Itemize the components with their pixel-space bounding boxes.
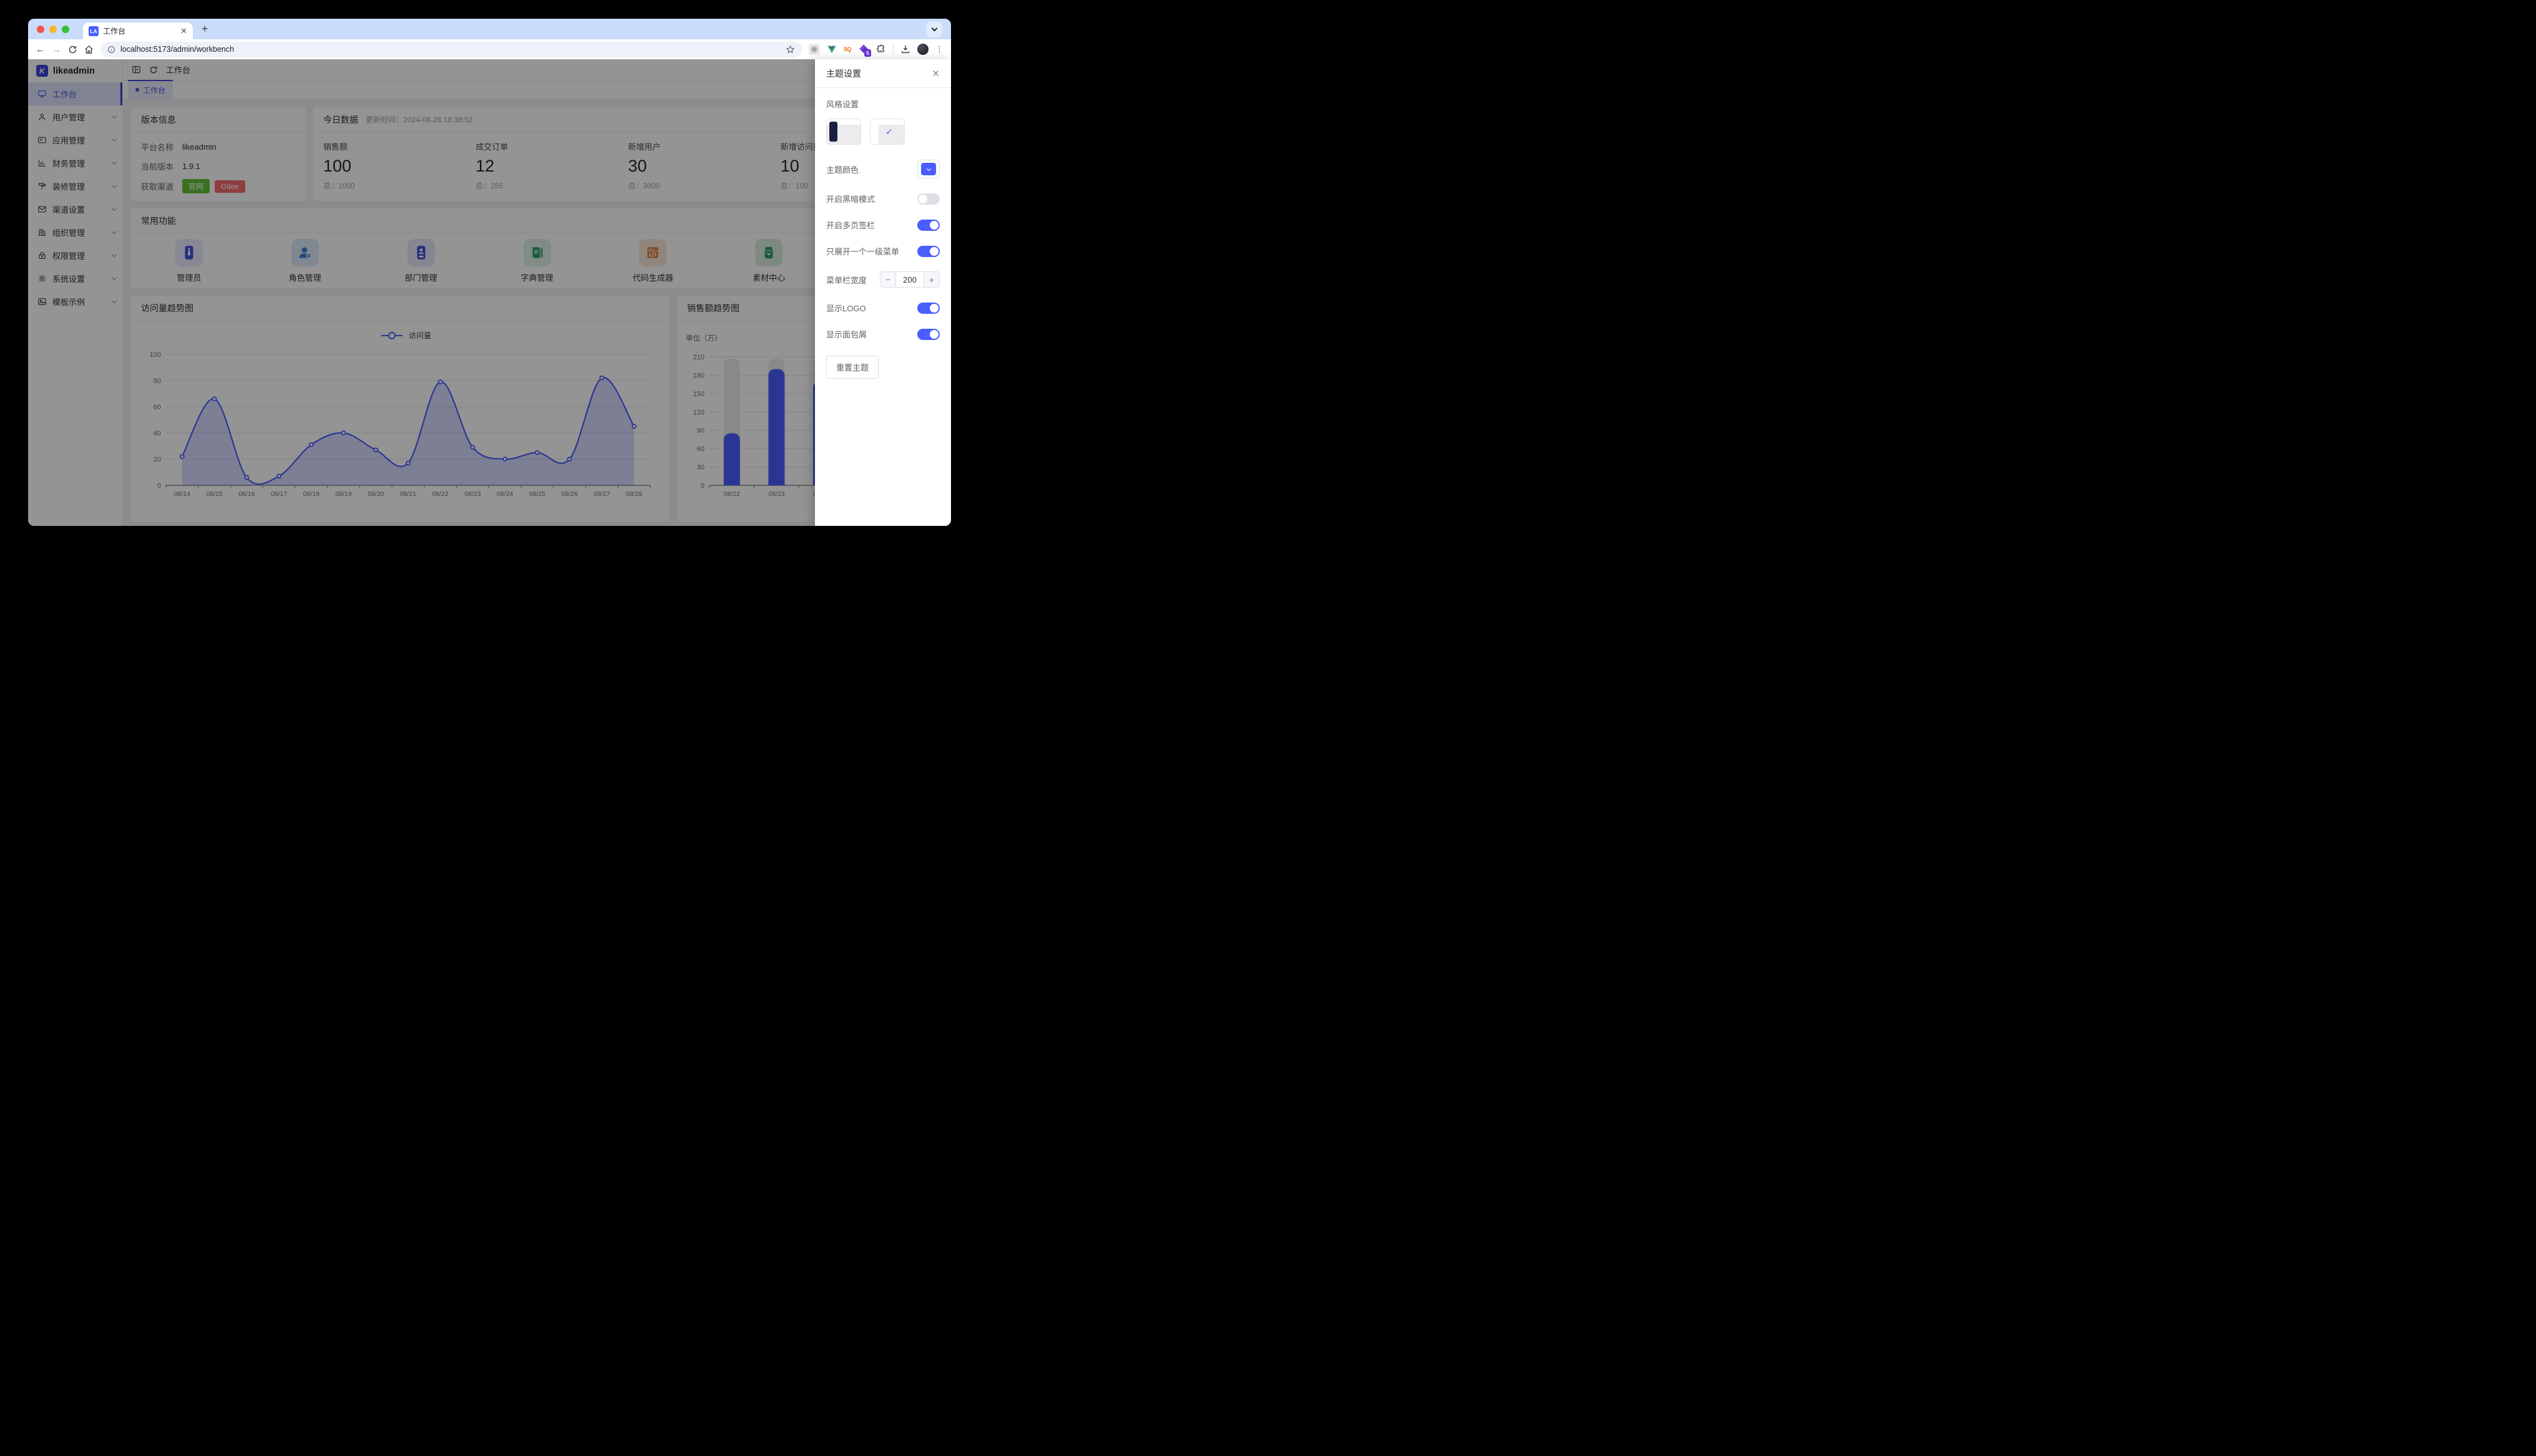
- tab-title: 工作台: [103, 27, 126, 36]
- toggle-只展开一个一级菜单[interactable]: [917, 245, 940, 257]
- drawer-row: 开启黑暗模式: [826, 193, 940, 205]
- drawer-close-icon[interactable]: ✕: [932, 68, 940, 79]
- style-section-label: 风格设置: [826, 100, 859, 109]
- drawer-row: 主题颜色: [826, 160, 940, 178]
- site-info-icon[interactable]: [107, 46, 115, 54]
- gem-extension-icon[interactable]: 5: [858, 44, 871, 57]
- toggle-开启多页签栏[interactable]: [917, 219, 940, 231]
- reset-theme-button[interactable]: 重置主题: [826, 356, 879, 379]
- theme-color-swatch: [921, 163, 936, 175]
- selected-check-icon: ✓: [885, 127, 893, 137]
- tab-close-icon[interactable]: ✕: [180, 26, 187, 36]
- back-button[interactable]: ←: [36, 44, 45, 55]
- address-bar[interactable]: localhost:5173/admin/workbench: [100, 41, 802, 57]
- drawer-row: 显示LOGO: [826, 302, 940, 314]
- drawer-row: 菜单栏宽度 −200 +: [826, 271, 940, 288]
- mac-close-button[interactable]: [37, 25, 44, 33]
- chevron-down-icon: [931, 25, 937, 31]
- mac-zoom-button[interactable]: [62, 25, 69, 33]
- browser-window: LA 工作台 ✕ + ← → localhost:5173/admin/work…: [28, 19, 951, 526]
- bookmark-star-icon[interactable]: [786, 45, 795, 54]
- toolbar-divider: [893, 44, 894, 54]
- toggle-开启黑暗模式[interactable]: [917, 193, 940, 205]
- extensions-puzzle-icon[interactable]: [876, 44, 886, 54]
- theme-settings-drawer: 主题设置 ✕ 风格设置 ✓ 主题颜色开启黑暗模式 开启多页签栏 只展开一个一级菜单菜…: [815, 59, 951, 526]
- drawer-row: 只展开一个一级菜单: [826, 245, 940, 257]
- gem-badge: 5: [864, 49, 871, 57]
- new-tab-button[interactable]: +: [202, 22, 208, 36]
- tab-search-button[interactable]: [926, 21, 942, 37]
- style-option-dark-menu[interactable]: [826, 119, 861, 145]
- increase-button[interactable]: +: [924, 272, 939, 287]
- browser-tab[interactable]: LA 工作台 ✕: [83, 22, 193, 39]
- tab-favicon: LA: [89, 26, 99, 36]
- toggle-显示面包屑[interactable]: [917, 328, 940, 340]
- reload-button[interactable]: [68, 45, 77, 54]
- drawer-title: 主题设置: [826, 68, 861, 79]
- vue-devtools-icon[interactable]: [827, 45, 837, 54]
- style-option-light-menu[interactable]: ✓: [870, 119, 905, 145]
- menu-width-stepper: −200 +: [880, 271, 940, 288]
- profile-avatar[interactable]: [917, 44, 929, 55]
- drawer-row: 显示面包屑: [826, 328, 940, 340]
- decrease-button[interactable]: −: [880, 272, 895, 287]
- forward-button[interactable]: →: [52, 44, 61, 55]
- chevron-down-icon: [926, 166, 931, 171]
- react-devtools-icon[interactable]: [808, 44, 820, 55]
- theme-color-select[interactable]: [917, 160, 940, 178]
- browser-toolbar: ← → localhost:5173/admin/workbench SQ 5 …: [28, 39, 951, 59]
- home-button[interactable]: [84, 45, 94, 54]
- browser-menu-button[interactable]: ⋮: [935, 44, 944, 54]
- drawer-row: 开启多页签栏: [826, 219, 940, 231]
- toggle-显示LOGO[interactable]: [917, 302, 940, 314]
- mac-minimize-button[interactable]: [49, 25, 57, 33]
- downloads-button[interactable]: [900, 44, 910, 54]
- menu-width-value[interactable]: 200: [895, 272, 924, 287]
- drawer-modal-overlay[interactable]: [28, 59, 951, 526]
- browser-tab-strip: LA 工作台 ✕ +: [28, 19, 951, 39]
- sq-extension-icon[interactable]: SQ: [844, 46, 852, 52]
- url-text: localhost:5173/admin/workbench: [120, 45, 235, 54]
